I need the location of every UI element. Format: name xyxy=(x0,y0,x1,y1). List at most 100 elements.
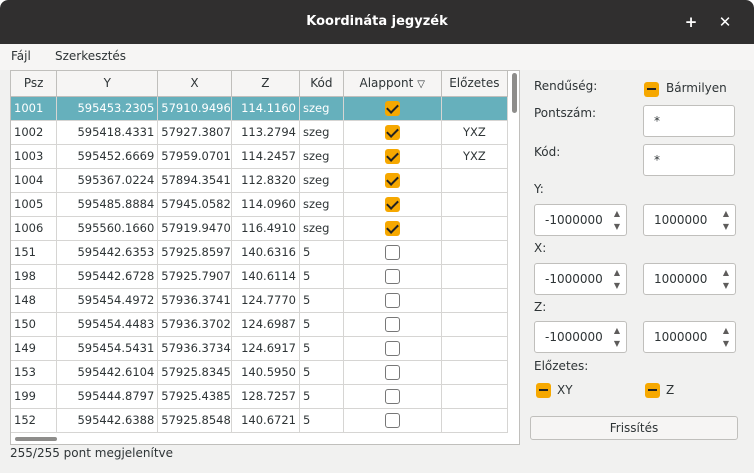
alappont-checkbox[interactable] xyxy=(384,316,400,332)
table-row[interactable]: 151 595442.6353 57925.8597 140.6316 5 xyxy=(11,240,509,265)
spin-up-icon[interactable]: ▲ xyxy=(612,209,622,219)
cell-y: 595442.6104 xyxy=(56,360,159,385)
spin-down-icon[interactable]: ▼ xyxy=(721,339,731,349)
menu-file[interactable]: Fájl xyxy=(11,49,31,63)
cell-elozetes xyxy=(441,360,509,385)
table-row[interactable]: 1005 595485.8884 57945.0582 114.0960 szeg xyxy=(11,192,509,217)
cell-z: 124.6987 xyxy=(231,312,300,337)
cell-psz: 1003 xyxy=(11,144,58,169)
table-row[interactable]: 1001 595453.2305 57910.9496 114.1160 szeg xyxy=(11,96,509,121)
cell-kod: 5 xyxy=(299,408,344,433)
cell-alappont[interactable] xyxy=(343,168,442,193)
column-header-kod[interactable]: Kód xyxy=(299,71,344,97)
cell-alappont[interactable] xyxy=(343,312,442,337)
horizontal-scroll-thumb[interactable] xyxy=(15,437,57,441)
column-header-psz[interactable]: Psz xyxy=(11,71,58,97)
spin-up-icon[interactable]: ▲ xyxy=(721,268,731,278)
cell-z: 140.6316 xyxy=(231,240,300,265)
add-icon[interactable]: + xyxy=(683,14,699,30)
alappont-checkbox[interactable] xyxy=(384,244,400,260)
table-row[interactable]: 149 595454.5431 57936.3734 124.6917 5 xyxy=(11,336,509,361)
cell-x: 57927.3807 xyxy=(157,120,232,145)
table-row[interactable]: 1004 595367.0224 57894.3541 112.8320 szeg xyxy=(11,168,509,193)
z-max-spinbox[interactable]: 1000000 ▲ ▼ xyxy=(643,321,736,353)
alappont-checkbox[interactable] xyxy=(384,148,400,164)
spin-up-icon[interactable]: ▲ xyxy=(721,326,731,336)
alappont-checkbox[interactable] xyxy=(384,292,400,308)
column-header-elozetes[interactable]: Előzetes xyxy=(441,71,509,97)
refresh-button[interactable]: Frissítés xyxy=(530,416,738,440)
y-min-spinbox[interactable]: -1000000 ▲ ▼ xyxy=(534,204,627,236)
cell-kod: szeg xyxy=(299,120,344,145)
cell-alappont[interactable] xyxy=(343,384,442,409)
column-header-y[interactable]: Y xyxy=(56,71,159,97)
cell-alappont[interactable] xyxy=(343,120,442,145)
order-checkbox[interactable] xyxy=(644,82,659,97)
x-min-spinbox[interactable]: -1000000 ▲ ▼ xyxy=(534,263,627,295)
cell-z: 124.7770 xyxy=(231,288,300,313)
alappont-checkbox[interactable] xyxy=(384,196,400,212)
table-row[interactable]: 198 595442.6728 57925.7907 140.6114 5 xyxy=(11,264,509,289)
cell-alappont[interactable] xyxy=(343,288,442,313)
cell-alappont[interactable] xyxy=(343,216,442,241)
table-row[interactable]: 1003 595452.6669 57959.0701 114.2457 szeg YXZ xyxy=(11,144,509,169)
cell-alappont[interactable] xyxy=(343,192,442,217)
cell-alappont[interactable] xyxy=(343,360,442,385)
table-row[interactable]: 153 595442.6104 57925.8345 140.5950 5 xyxy=(11,360,509,385)
x-min-value: -1000000 xyxy=(545,272,603,286)
cell-x: 57925.4385 xyxy=(157,384,232,409)
spin-up-icon[interactable]: ▲ xyxy=(612,326,622,336)
prelim-z-checkbox[interactable] xyxy=(645,383,660,398)
cell-elozetes xyxy=(441,288,509,313)
y-max-spinbox[interactable]: 1000000 ▲ ▼ xyxy=(643,204,736,236)
alappont-checkbox[interactable] xyxy=(384,412,400,428)
cell-alappont[interactable] xyxy=(343,264,442,289)
spin-down-icon[interactable]: ▼ xyxy=(612,281,622,291)
prelim-z-label: Z xyxy=(666,383,675,397)
vertical-scrollbar[interactable] xyxy=(510,71,519,444)
spin-down-icon[interactable]: ▼ xyxy=(612,339,622,349)
column-header-alappont[interactable]: Alappont ▽ xyxy=(343,71,442,97)
spin-down-icon[interactable]: ▼ xyxy=(612,222,622,232)
cell-psz: 1005 xyxy=(11,192,58,217)
table-row[interactable]: 150 595454.4483 57936.3702 124.6987 5 xyxy=(11,312,509,337)
cell-alappont[interactable] xyxy=(343,96,442,121)
number-field[interactable]: * xyxy=(643,105,735,137)
alappont-checkbox[interactable] xyxy=(384,340,400,356)
cell-alappont[interactable] xyxy=(343,144,442,169)
menu-edit[interactable]: Szerkesztés xyxy=(55,49,126,63)
cell-z: 114.0960 xyxy=(231,192,300,217)
x-max-spinbox[interactable]: 1000000 ▲ ▼ xyxy=(643,263,736,295)
alappont-checkbox[interactable] xyxy=(384,172,400,188)
spin-down-icon[interactable]: ▼ xyxy=(721,222,731,232)
cell-z: 128.7257 xyxy=(231,384,300,409)
z-min-spinbox[interactable]: -1000000 ▲ ▼ xyxy=(534,321,627,353)
close-icon[interactable]: ✕ xyxy=(717,14,733,30)
spin-up-icon[interactable]: ▲ xyxy=(721,209,731,219)
spin-down-icon[interactable]: ▼ xyxy=(721,281,731,291)
cell-kod: szeg xyxy=(299,168,344,193)
table-row[interactable]: 148 595454.4972 57936.3741 124.7770 5 xyxy=(11,288,509,313)
alappont-checkbox[interactable] xyxy=(384,364,400,380)
vertical-scroll-thumb[interactable] xyxy=(512,73,517,113)
alappont-checkbox[interactable] xyxy=(384,124,400,140)
y-max-value: 1000000 xyxy=(654,213,708,227)
table-row[interactable]: 1002 595418.4331 57927.3807 113.2794 szeg YXZ xyxy=(11,120,509,145)
column-header-z[interactable]: Z xyxy=(231,71,300,97)
table-row[interactable]: 1006 595560.1660 57919.9470 116.4910 szeg xyxy=(11,216,509,241)
alappont-checkbox[interactable] xyxy=(384,100,400,116)
cell-x: 57925.8345 xyxy=(157,360,232,385)
cell-alappont[interactable] xyxy=(343,336,442,361)
alappont-checkbox[interactable] xyxy=(384,388,400,404)
cell-kod: szeg xyxy=(299,96,344,121)
table-row[interactable]: 152 595442.6388 57925.8548 140.6721 5 xyxy=(11,408,509,433)
column-header-x[interactable]: X xyxy=(157,71,232,97)
cell-alappont[interactable] xyxy=(343,240,442,265)
cell-alappont[interactable] xyxy=(343,408,442,433)
alappont-checkbox[interactable] xyxy=(384,268,400,284)
table-row[interactable]: 199 595444.8797 57925.4385 128.7257 5 xyxy=(11,384,509,409)
alappont-checkbox[interactable] xyxy=(384,220,400,236)
code-field[interactable]: * xyxy=(643,144,735,176)
spin-up-icon[interactable]: ▲ xyxy=(612,268,622,278)
prelim-xy-checkbox[interactable] xyxy=(536,383,551,398)
